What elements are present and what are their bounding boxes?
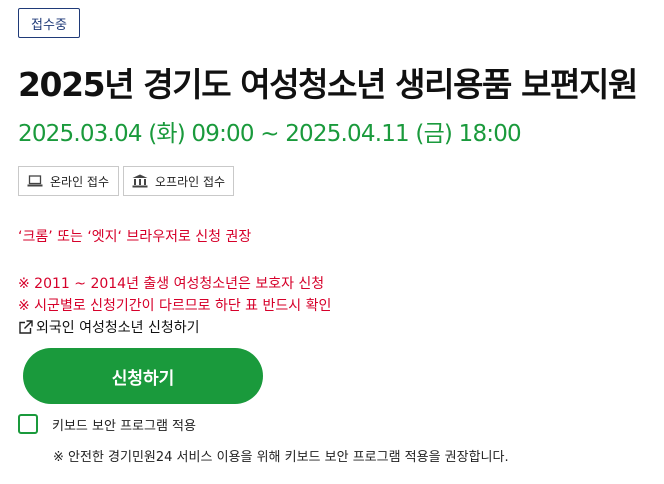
keyboard-security-checkbox[interactable]: [18, 414, 38, 434]
online-application-chip: 온라인 접수: [18, 166, 119, 196]
keyboard-security-toggle[interactable]: 키보드 보안 프로그램 적용: [18, 414, 196, 434]
external-link-icon: [18, 319, 33, 335]
foreigner-application-label: 외국인 여성청소년 신청하기: [36, 320, 200, 336]
browser-recommendation: ‘크롬’ 또는 ‘엣지‘ 브라우저로 신청 권장: [18, 229, 252, 245]
foreigner-application-link[interactable]: 외국인 여성청소년 신청하기: [18, 317, 199, 337]
offline-application-chip: 오프라인 접수: [123, 166, 234, 196]
apply-button[interactable]: 신청하기: [23, 348, 263, 404]
offline-application-label: 오프라인 접수: [155, 174, 226, 189]
keyboard-security-note: ※ 안전한 경기민원24 서비스 이용을 위해 키보드 보안 프로그램 적용을 …: [53, 450, 509, 465]
bank-building-icon: [132, 174, 148, 188]
notice-period-check: ※ 시군별로 신청기간이 다르므로 하단 표 반드시 확인: [18, 298, 332, 314]
keyboard-security-label: 키보드 보안 프로그램 적용: [52, 418, 196, 434]
laptop-icon: [27, 174, 43, 188]
online-application-label: 온라인 접수: [50, 174, 110, 189]
notice-guardian: ※ 2011 ~ 2014년 출생 여성청소년은 보호자 신청: [18, 276, 325, 292]
application-period: 2025.03.04 (화) 09:00 ~ 2025.04.11 (금) 18…: [18, 121, 522, 147]
page-title: 2025년 경기도 여성청소년 생리용품 보편지원: [18, 65, 638, 104]
status-badge: 접수중: [18, 8, 80, 38]
